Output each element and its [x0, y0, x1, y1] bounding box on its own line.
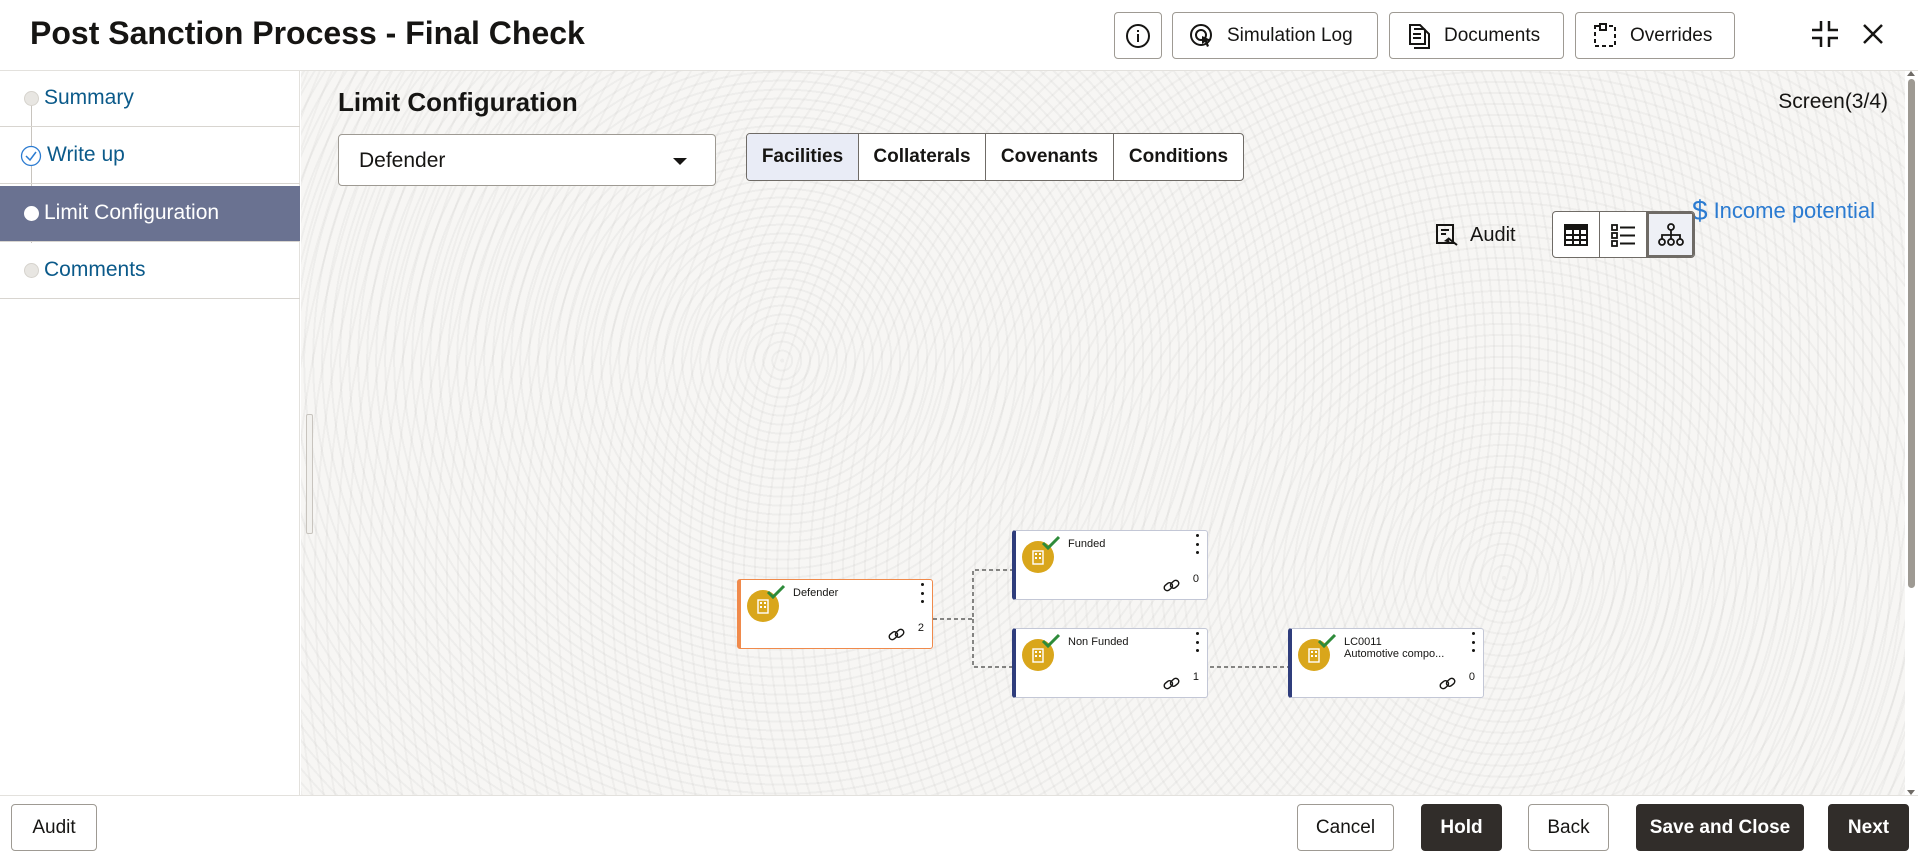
link-count: 0: [1192, 573, 1199, 585]
sidebar-item-write-up[interactable]: Write up: [0, 128, 300, 184]
link-icon[interactable]: [1163, 675, 1181, 693]
node-title: LC0011: [1344, 636, 1382, 648]
overrides-button[interactable]: Overrides: [1575, 12, 1735, 59]
link-count: 1: [1192, 671, 1199, 683]
link-icon[interactable]: [1439, 675, 1457, 693]
more-options-icon[interactable]: [1469, 632, 1477, 652]
info-button[interactable]: [1114, 12, 1162, 59]
documents-button[interactable]: Documents: [1389, 12, 1564, 59]
sidebar-item-label: Limit Configuration: [44, 201, 220, 224]
approved-check-icon: [1040, 632, 1062, 650]
overrides-icon: [1590, 21, 1620, 51]
connector-root-funded: [933, 569, 1012, 620]
sidebar-item-summary[interactable]: Summary: [0, 71, 300, 127]
simulation-log-label: Simulation Log: [1227, 24, 1353, 46]
simulation-log-icon: [1187, 21, 1217, 51]
link-count: 0: [1468, 671, 1475, 683]
approved-check-icon: [765, 583, 787, 601]
info-icon: [1123, 21, 1153, 51]
cancel-button[interactable]: Cancel: [1297, 804, 1394, 851]
simulation-log-button[interactable]: Simulation Log: [1172, 12, 1378, 59]
tree-node-lc0011[interactable]: LC0011 Automotive compo... 0: [1288, 628, 1484, 698]
process-steps-sidebar: Summary Write up Limit Configuration Com…: [0, 71, 300, 795]
hold-button[interactable]: Hold: [1421, 804, 1502, 851]
audit-button[interactable]: Audit: [11, 804, 97, 851]
node-title: Defender: [793, 587, 839, 599]
sidebar-item-label: Comments: [44, 258, 146, 281]
step-current-icon: [24, 206, 39, 221]
node-subtitle: Automotive compo...: [1344, 648, 1445, 660]
more-options-icon[interactable]: [918, 583, 926, 603]
approved-check-icon: [1316, 632, 1338, 650]
sidebar-item-limit-configuration[interactable]: Limit Configuration: [0, 186, 300, 242]
next-button[interactable]: Next: [1828, 804, 1909, 851]
step-pending-icon: [24, 263, 39, 278]
documents-icon: [1404, 21, 1434, 51]
minimize-icon[interactable]: [1807, 16, 1843, 52]
footer: Audit Cancel Hold Back Save and Close Ne…: [0, 795, 1918, 854]
more-options-icon[interactable]: [1193, 534, 1201, 554]
link-icon[interactable]: [1163, 577, 1181, 595]
sidebar-item-comments[interactable]: Comments: [0, 243, 300, 299]
close-icon[interactable]: [1855, 16, 1891, 52]
scrollbar-thumb[interactable]: [1908, 79, 1915, 588]
back-button[interactable]: Back: [1528, 804, 1609, 851]
node-title: Funded: [1068, 538, 1106, 550]
save-and-close-button[interactable]: Save and Close: [1636, 804, 1804, 851]
sidebar-item-label: Write up: [47, 143, 125, 166]
connector-root-nonfunded: [972, 619, 1012, 668]
step-pending-icon: [24, 91, 39, 106]
page-title: Post Sanction Process - Final Check: [30, 15, 585, 51]
tree-node-non-funded[interactable]: Non Funded 1: [1012, 628, 1208, 698]
tree-node-defender[interactable]: Defender 2: [737, 579, 933, 649]
sidebar-item-label: Summary: [44, 86, 134, 109]
step-completed-icon: [20, 145, 42, 167]
scroll-up-icon[interactable]: [1907, 71, 1915, 76]
tree-node-funded[interactable]: Funded 0: [1012, 530, 1208, 600]
more-options-icon[interactable]: [1193, 632, 1201, 652]
link-count: 2: [917, 622, 924, 634]
approved-check-icon: [1040, 534, 1062, 552]
link-icon[interactable]: [888, 626, 906, 644]
overrides-label: Overrides: [1630, 24, 1713, 46]
documents-label: Documents: [1444, 24, 1541, 46]
node-title: Non Funded: [1068, 636, 1129, 648]
header: Post Sanction Process - Final Check Simu…: [0, 0, 1918, 71]
main-content: Limit Configuration Screen(3/4) Defender…: [301, 71, 1905, 795]
vertical-scrollbar[interactable]: [1905, 71, 1918, 795]
